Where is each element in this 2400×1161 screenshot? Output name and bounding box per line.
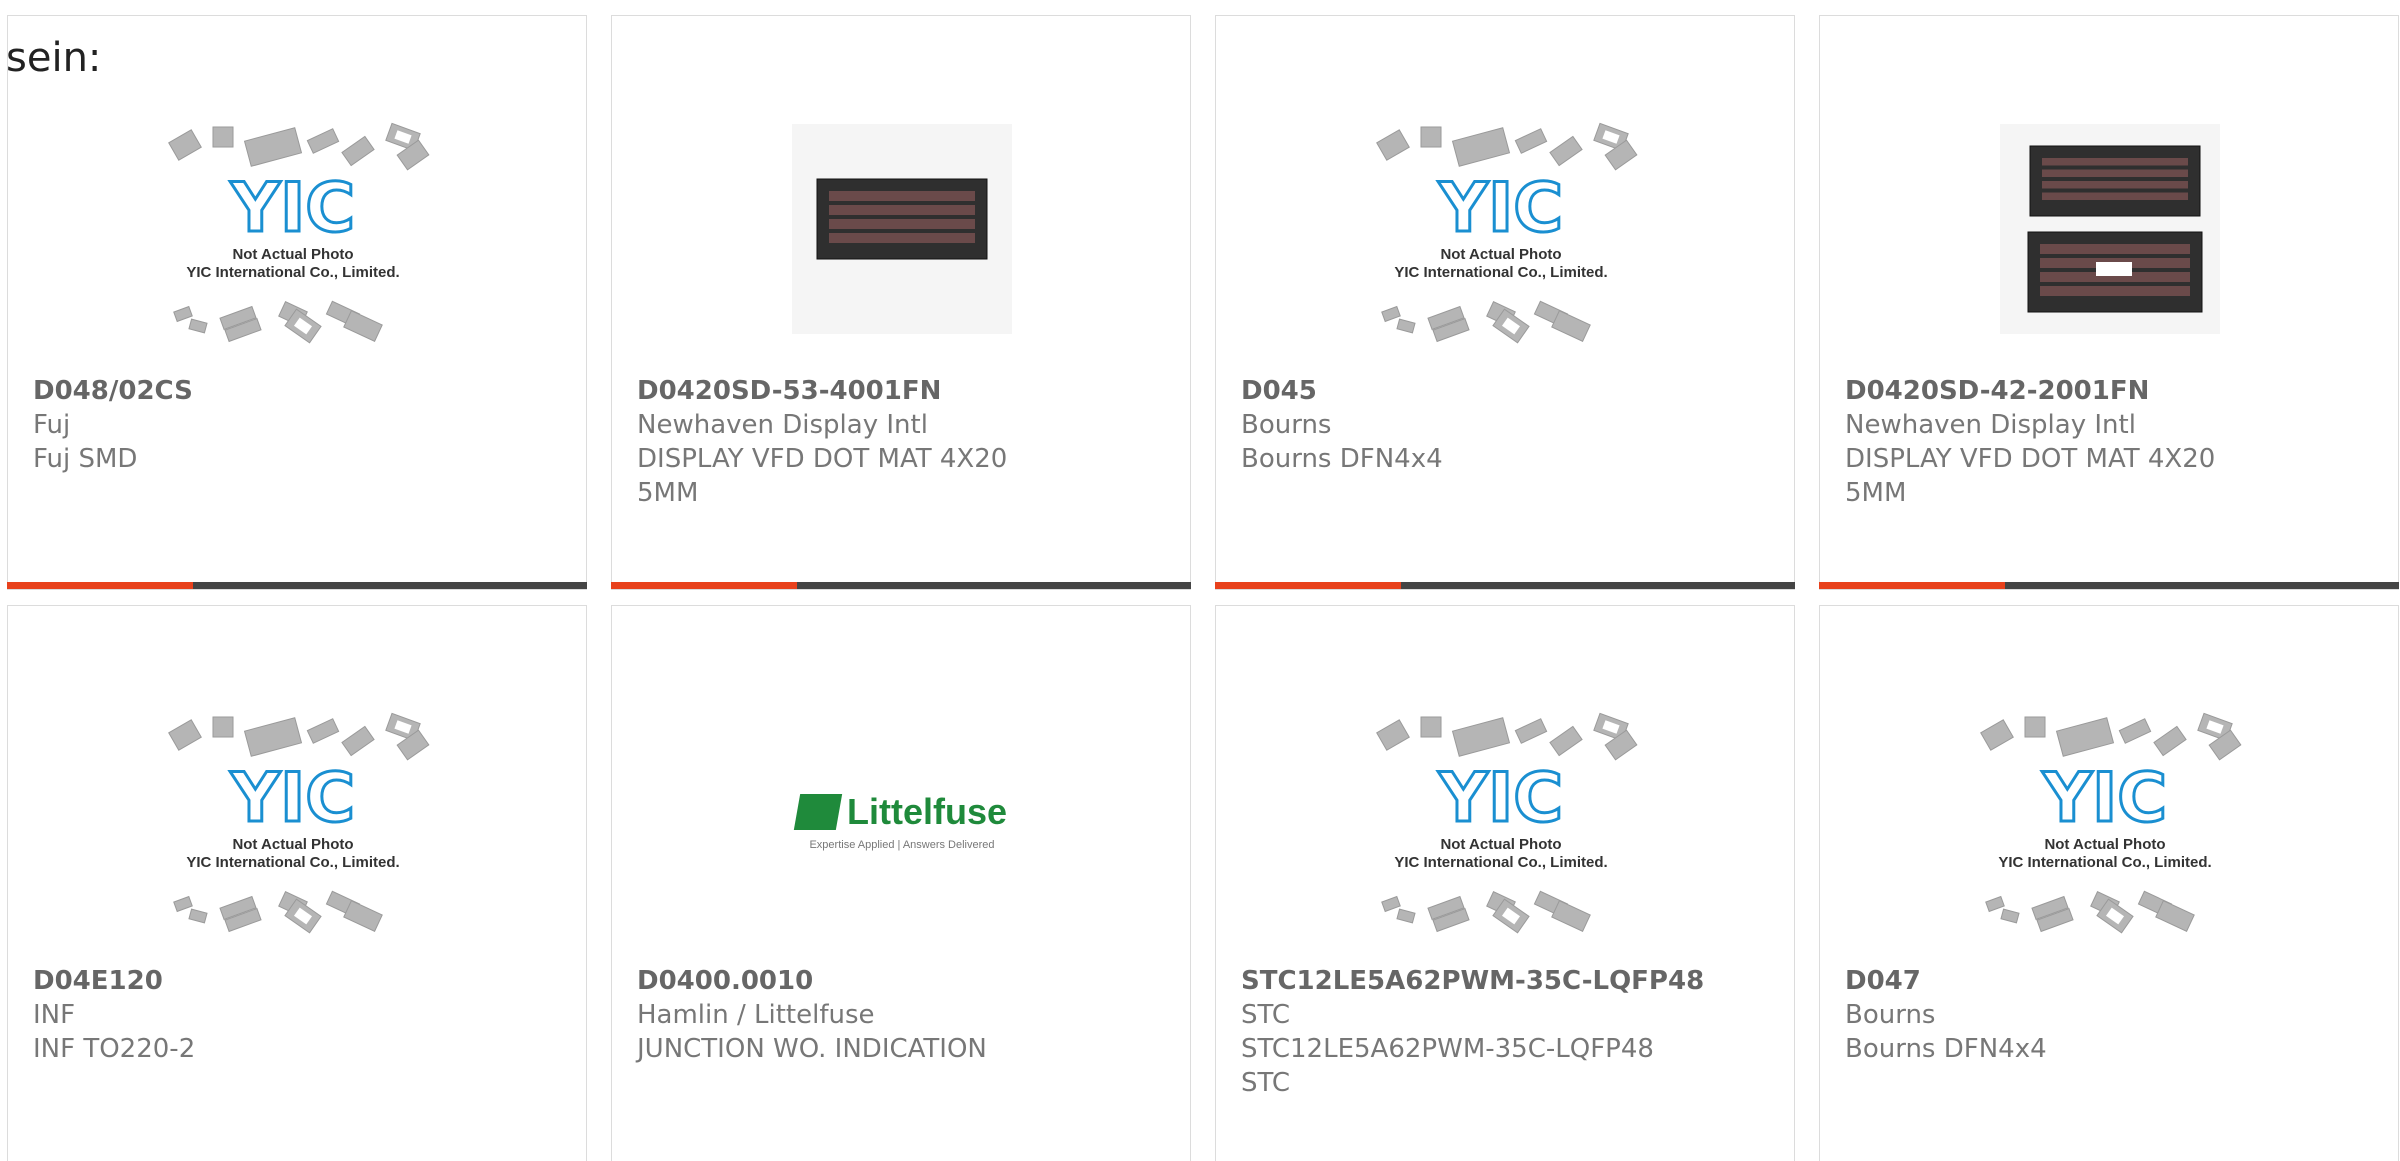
product-manufacturer: INF xyxy=(33,1000,76,1030)
product-info: D0420SD-53-4001FN Newhaven Display Intl DI… xyxy=(637,374,1167,510)
product-image[interactable]: YIC Not Actual Photo YIC International Co.… xyxy=(98,686,498,956)
product-manufacturer: Bourns xyxy=(1241,410,1332,440)
product-manufacturer: Hamlin / Littelfuse xyxy=(637,1000,875,1030)
product-manufacturer: Newhaven Display Intl xyxy=(637,410,928,440)
product-card[interactable]: YIC Not Actual Photo YIC International Co.… xyxy=(1215,605,1795,1161)
not-actual-photo-text: Not Actual Photo xyxy=(1440,246,1561,263)
product-card[interactable]: Littelfuse Expertise Applied | Answers De… xyxy=(611,605,1191,1161)
product-manufacturer: Bourns xyxy=(1845,1000,1936,1030)
not-actual-photo-image: YIC Not Actual Photo YIC International Co.… xyxy=(1975,699,2245,943)
yic-logo: YIC xyxy=(230,169,355,248)
product-image[interactable]: YIC Not Actual Photo YIC International Co.… xyxy=(1306,686,1706,956)
product-info: D0400.0010 Hamlin / Littelfuse JUNCTION WO… xyxy=(637,964,1167,1066)
product-image[interactable]: Littelfuse Expertise Applied | Answers De… xyxy=(702,686,1102,956)
prefix-text: sein: xyxy=(6,35,102,81)
not-actual-photo-text: Not Actual Photo xyxy=(2044,836,2165,853)
company-name-text: YIC International Co., Limited. xyxy=(1394,264,1607,281)
product-image[interactable] xyxy=(1910,96,2310,366)
product-card[interactable]: YIC Not Actual Photo YIC International Co.… xyxy=(7,15,587,590)
yic-logo: YIC xyxy=(1438,169,1563,248)
card-progress-bar xyxy=(1819,582,2399,589)
product-image[interactable]: YIC Not Actual Photo YIC International Co.… xyxy=(98,96,498,366)
product-description: 5MM xyxy=(637,478,699,508)
product-description: 5MM xyxy=(1845,478,1907,508)
card-progress-bar xyxy=(611,582,1191,589)
product-part-number[interactable]: D04E120 xyxy=(33,964,563,998)
card-progress-fill xyxy=(7,582,193,589)
product-grid-page: sein: YIC Not Actual Photo YIC Internation… xyxy=(0,0,2400,1161)
product-info: D047 Bourns Bourns DFN4x4 xyxy=(1845,964,2375,1066)
product-image[interactable]: YIC Not Actual Photo YIC International Co.… xyxy=(1910,686,2310,956)
not-actual-photo-text: Not Actual Photo xyxy=(232,836,353,853)
product-part-number[interactable]: D045 xyxy=(1241,374,1771,408)
product-card[interactable]: YIC Not Actual Photo YIC International Co.… xyxy=(7,605,587,1161)
product-part-number[interactable]: D048/02CS xyxy=(33,374,563,408)
not-actual-photo-image: YIC Not Actual Photo YIC International Co.… xyxy=(1371,699,1641,943)
product-card[interactable]: D0420SD-53-4001FN Newhaven Display Intl DI… xyxy=(611,15,1191,590)
not-actual-photo-text: Not Actual Photo xyxy=(1440,836,1561,853)
yic-logo: YIC xyxy=(1438,759,1563,838)
yic-logo: YIC xyxy=(230,759,355,838)
product-card[interactable]: D0420SD-42-2001FN Newhaven Display Intl DI… xyxy=(1819,15,2399,590)
product-description: DISPLAY VFD DOT MAT 4X20 xyxy=(1845,444,2216,474)
product-manufacturer: Fuj xyxy=(33,410,71,440)
product-manufacturer: Newhaven Display Intl xyxy=(1845,410,2136,440)
not-actual-photo-text: Not Actual Photo xyxy=(232,246,353,263)
vfd-module-photo xyxy=(792,124,1012,338)
company-name-text: YIC International Co., Limited. xyxy=(1998,854,2211,871)
product-image[interactable] xyxy=(702,96,1102,366)
product-description: STC xyxy=(1241,1068,1291,1098)
not-actual-photo-image: YIC Not Actual Photo YIC International Co.… xyxy=(1371,109,1641,353)
product-part-number[interactable]: STC12LE5A62PWM-35C-LQFP48 xyxy=(1241,964,1771,998)
product-part-number[interactable]: D0420SD-53-4001FN xyxy=(637,374,1167,408)
not-actual-photo-image: YIC Not Actual Photo YIC International Co.… xyxy=(163,699,433,943)
product-manufacturer: STC xyxy=(1241,1000,1291,1030)
vfd-module-pair-photo xyxy=(2000,124,2220,338)
product-description: INF TO220-2 xyxy=(33,1034,196,1064)
card-progress-fill xyxy=(1819,582,2005,589)
littelfuse-name: Littelfuse xyxy=(846,791,1007,832)
product-description: STC12LE5A62PWM-35C-LQFP48 xyxy=(1241,1034,1654,1064)
yic-logo: YIC xyxy=(2042,759,2167,838)
product-description: Bourns DFN4x4 xyxy=(1241,444,1443,474)
product-part-number[interactable]: D0400.0010 xyxy=(637,964,1167,998)
card-progress-bar xyxy=(7,582,587,589)
littelfuse-mark-icon xyxy=(793,794,843,830)
card-progress-bar xyxy=(1215,582,1795,589)
product-card[interactable]: YIC Not Actual Photo YIC International Co.… xyxy=(1215,15,1795,590)
company-name-text: YIC International Co., Limited. xyxy=(186,264,399,281)
not-actual-photo-image: YIC Not Actual Photo YIC International Co.… xyxy=(163,109,433,353)
littelfuse-logo: Littelfuse Expertise Applied | Answers De… xyxy=(793,791,1007,851)
littelfuse-tagline: Expertise Applied | Answers Delivered xyxy=(809,839,995,851)
product-description: JUNCTION WO. INDICATION xyxy=(637,1034,987,1064)
product-info: STC12LE5A62PWM-35C-LQFP48 STC STC12LE5A62P… xyxy=(1241,964,1771,1100)
product-info: D04E120 INF INF TO220-2 xyxy=(33,964,563,1066)
product-info: D048/02CS Fuj Fuj SMD xyxy=(33,374,563,476)
product-description: Fuj SMD xyxy=(33,444,138,474)
product-image[interactable]: YIC Not Actual Photo YIC International Co.… xyxy=(1306,96,1706,366)
card-progress-fill xyxy=(1215,582,1401,589)
product-info: D0420SD-42-2001FN Newhaven Display Intl DI… xyxy=(1845,374,2375,510)
product-description: Bourns DFN4x4 xyxy=(1845,1034,2047,1064)
product-part-number[interactable]: D047 xyxy=(1845,964,2375,998)
company-name-text: YIC International Co., Limited. xyxy=(1394,854,1607,871)
product-part-number[interactable]: D0420SD-42-2001FN xyxy=(1845,374,2375,408)
product-info: D045 Bourns Bourns DFN4x4 xyxy=(1241,374,1771,476)
product-description: DISPLAY VFD DOT MAT 4X20 xyxy=(637,444,1008,474)
product-card[interactable]: YIC Not Actual Photo YIC International Co.… xyxy=(1819,605,2399,1161)
card-progress-fill xyxy=(611,582,797,589)
company-name-text: YIC International Co., Limited. xyxy=(186,854,399,871)
